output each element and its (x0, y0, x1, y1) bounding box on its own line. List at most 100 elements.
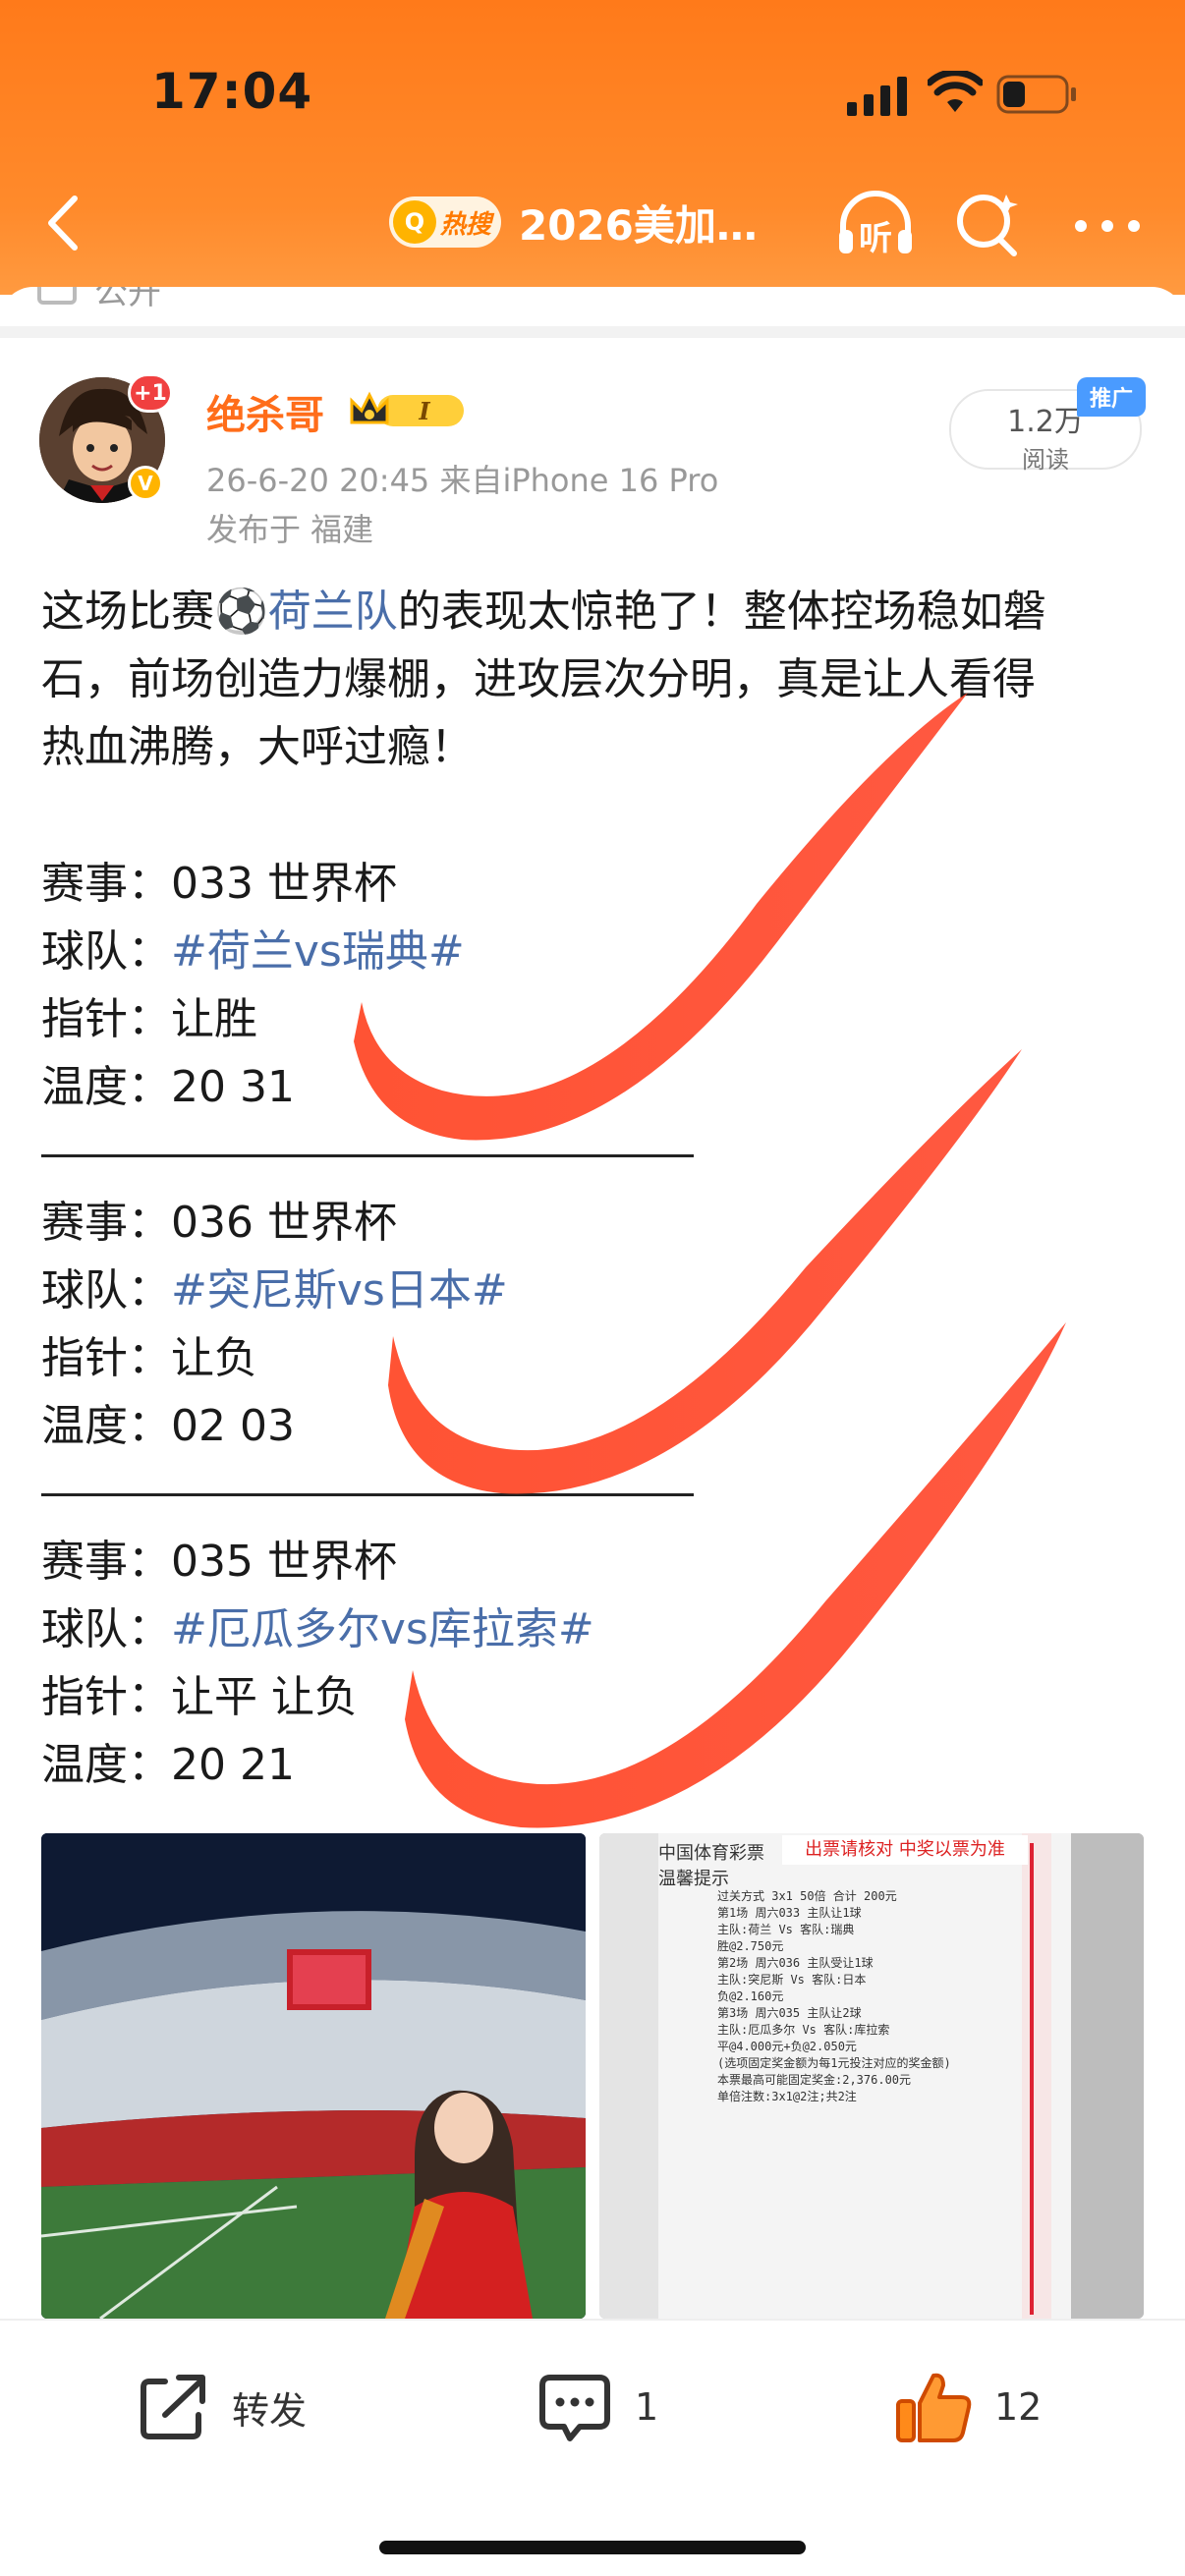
match-team: 球队：#突尼斯vs日本# (41, 1257, 1152, 1324)
read-count-label: 阅读 (1022, 446, 1069, 474)
back-icon[interactable] (31, 189, 100, 257)
battery-icon (996, 75, 1076, 114)
ticket-text: 过关方式 3x1 50倍 合计 200元 第1场 周六033 主队让1球 主队:… (717, 1888, 1012, 2105)
home-indicator (379, 2541, 806, 2554)
post-body: 这场比赛⚽荷兰队的表现太惊艳了！整体控场稳如磐 石，前场创造力爆棚，进攻层次分明… (41, 578, 1152, 1799)
event-label: 赛事： (41, 859, 171, 909)
top-header: 17:04 Q 热搜 2026美加… 听 (0, 0, 1185, 295)
team-label: 球队： (41, 926, 171, 977)
pick-value: 让负 (171, 1333, 257, 1383)
ticket-line: 第2场 周六036 主队受让1球 (717, 1956, 874, 1970)
avatar-count-badge: +1 (128, 373, 173, 413)
event-label: 赛事： (41, 1537, 171, 1587)
comment-count: 1 (635, 2385, 659, 2429)
status-time: 17:04 (151, 63, 313, 120)
match-event: 赛事：033 世界杯 (41, 850, 1152, 918)
comment-button[interactable]: 1 (536, 2368, 658, 2446)
post-meta: 26-6-20 20:45 来自iPhone 16 Pro (206, 462, 719, 499)
match-temp: 温度：20 31 (41, 1053, 1152, 1121)
listen-icon[interactable]: 听 (833, 185, 918, 263)
lottery-ticket-photo[interactable]: 中国体育彩票 温馨提示 出票请核对 中奖以票为准 过关方式 3x1 50倍 合计… (599, 1833, 1144, 2319)
pick-label: 指针： (41, 994, 171, 1044)
ticket-line: 主队:荷兰 Vs 客队:瑞典 (717, 1923, 855, 1936)
match-temp: 温度：02 03 (41, 1392, 1152, 1460)
match-pick: 指针：让平 让负 (41, 1663, 1152, 1731)
divider (0, 326, 1185, 338)
ticket-line: 负@2.160元 (717, 1989, 784, 2003)
match-event: 赛事：035 世界杯 (41, 1528, 1152, 1596)
team-hashtag[interactable]: #荷兰vs瑞典# (171, 926, 465, 977)
visibility-label: 公开 (94, 287, 161, 312)
match-temp: 温度：20 21 (41, 1731, 1152, 1799)
repost-icon (141, 2375, 205, 2439)
ticket-line: 第1场 周六033 主队让1球 (717, 1906, 862, 1920)
nav-bar: Q 热搜 2026美加… 听 (0, 167, 1185, 275)
like-button[interactable]: 12 (894, 2368, 1042, 2446)
team-hashtag[interactable]: #厄瓜多尔vs库拉索# (171, 1604, 594, 1654)
temp-label: 温度： (41, 1401, 171, 1451)
team-link[interactable]: ⚽荷兰队 (214, 587, 398, 637)
match-pick: 指针：让胜 (41, 985, 1152, 1053)
event-label: 赛事： (41, 1198, 171, 1248)
hot-search-label: 热搜 (440, 209, 492, 240)
stadium-photo-image (41, 1833, 586, 2319)
hot-search-badge[interactable]: Q 热搜 (389, 196, 501, 248)
visibility-icon (37, 287, 77, 305)
ticket-notice: 出票请核对 中奖以票为准 (782, 1835, 1028, 1865)
action-bar: 转发 1 12 (0, 2319, 1185, 2576)
event-value: 033 世界杯 (171, 859, 397, 909)
separator-line (41, 1121, 1152, 1189)
pick-label: 指针： (41, 1672, 171, 1722)
temp-label: 温度： (41, 1062, 171, 1112)
username[interactable]: 绝杀哥 (206, 383, 324, 440)
ticket-line: 本票最高可能固定奖金:2,376.00元 (717, 2073, 912, 2087)
pick-value: 让胜 (171, 994, 257, 1044)
ticket-line: 主队:厄瓜多尔 Vs 客队:库拉索 (717, 2023, 890, 2037)
match-team: 球队：#厄瓜多尔vs库拉索# (41, 1596, 1152, 1663)
ticket-line: 胜@2.750元 (717, 1939, 784, 1953)
ticket-line: 主队:突尼斯 Vs 客队:日本 (717, 1973, 867, 1987)
intro-text: 这场比赛 (41, 587, 214, 637)
member-level: I (418, 397, 430, 425)
wifi-icon (928, 71, 983, 112)
team-hashtag[interactable]: #突尼斯vs日本# (171, 1265, 508, 1316)
promoted-tag: 推广 (1077, 377, 1146, 417)
previous-post-tail: 公开 (29, 287, 1156, 326)
team-label: 球队： (41, 1604, 171, 1654)
temp-label: 温度： (41, 1740, 171, 1790)
event-value: 035 世界杯 (171, 1537, 397, 1587)
ticket-line: 平@4.000元+负@2.050元 (717, 2040, 857, 2053)
match-pick: 指针：让负 (41, 1324, 1152, 1392)
intro-text-tail: 的表现太惊艳了！整体控场稳如磐 (397, 587, 1046, 637)
search-small-icon: Q (393, 200, 436, 244)
member-crown-badge: I (350, 391, 464, 426)
more-icon[interactable] (1073, 218, 1142, 234)
temp-value: 02 03 (171, 1401, 295, 1451)
temp-value: 20 21 (171, 1740, 295, 1790)
temp-value: 20 31 (171, 1062, 295, 1112)
svg-text:听: 听 (859, 219, 892, 258)
intro-line: 这场比赛⚽荷兰队的表现太惊艳了！整体控场稳如磐 (41, 578, 1152, 645)
comment-icon (539, 2375, 610, 2441)
pick-value: 让平 让负 (171, 1672, 358, 1722)
stadium-photo[interactable] (41, 1833, 586, 2319)
search-icon[interactable] (951, 187, 1024, 259)
like-count: 12 (994, 2385, 1043, 2429)
intro-line-3: 热血沸腾，大呼过瘾！ (41, 722, 474, 772)
status-bar: 17:04 (0, 0, 1185, 167)
repost-label: 转发 (232, 2388, 308, 2433)
separator-line (41, 1460, 1152, 1528)
intro-line-2: 石，前场创造力爆棚，进攻层次分明，真是让人看得 (41, 654, 1036, 704)
repost-button[interactable]: 转发 (136, 2368, 307, 2446)
pick-label: 指针： (41, 1333, 171, 1383)
ticket-line: 单倍注数:3x1@2注;共2注 (717, 2090, 857, 2103)
ticket-line: 第3场 周六035 主队让2球 (717, 2006, 862, 2020)
ticket-line: (选项固定奖金额为每1元投注对应的奖金额) (717, 2056, 951, 2070)
post-location: 发布于 福建 (206, 511, 374, 548)
topic-title[interactable]: 2026美加… (519, 193, 758, 252)
cellular-signal-icon (847, 77, 907, 116)
match-event: 赛事：036 世界杯 (41, 1189, 1152, 1257)
like-icon (896, 2373, 972, 2442)
team-label: 球队： (41, 1265, 171, 1316)
ticket-line: 过关方式 3x1 50倍 合计 200元 (717, 1889, 897, 1903)
